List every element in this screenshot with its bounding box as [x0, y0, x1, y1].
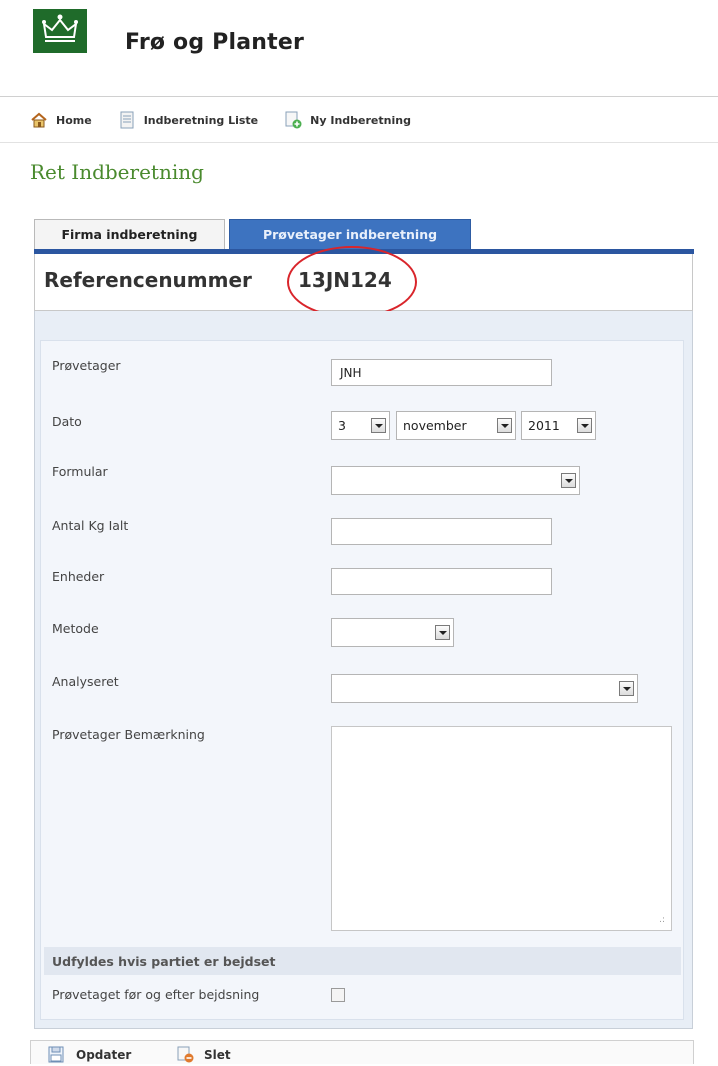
app-title: Frø og Planter: [125, 30, 305, 55]
chevron-down-icon: [497, 418, 512, 433]
nav-ny-indberetning[interactable]: Ny Indberetning: [284, 111, 411, 129]
bemaerkning-value: [332, 727, 671, 739]
nav-ny-indberetning-label: Ny Indberetning: [310, 113, 411, 127]
tab-firma-indberetning[interactable]: Firma indberetning: [34, 219, 225, 249]
bemaerkning-textarea[interactable]: .:: [331, 726, 672, 931]
delete-document-icon: [176, 1046, 194, 1063]
bejdsning-checkbox[interactable]: [331, 988, 345, 1002]
new-document-icon: [284, 111, 302, 129]
nav-home-label: Home: [56, 113, 92, 127]
nav-indberetning-liste-label: Indberetning Liste: [143, 113, 259, 127]
nav-home[interactable]: Home: [30, 111, 92, 129]
update-button[interactable]: Opdater: [48, 1046, 131, 1063]
metode-label: Metode: [52, 621, 99, 636]
chevron-down-icon: [371, 418, 386, 433]
metode-select[interactable]: [331, 618, 454, 647]
nav-indberetning-liste[interactable]: Indberetning Liste: [118, 111, 258, 129]
chevron-down-icon: [619, 681, 634, 696]
chevron-down-icon: [435, 625, 450, 640]
update-button-label: Opdater: [76, 1047, 132, 1062]
dato-year-select[interactable]: 2011: [521, 411, 596, 440]
highlight-circle: [287, 246, 417, 318]
bemaerkning-label: Prøvetager Bemærkning: [52, 727, 205, 742]
reference-label: Referencenummer: [44, 268, 252, 292]
section-header: Udfyldes hvis partiet er bejdset: [44, 947, 681, 975]
analyseret-label: Analyseret: [52, 674, 119, 689]
formular-label: Formular: [52, 464, 108, 479]
save-document-icon: [48, 1046, 66, 1063]
divider: [0, 142, 718, 143]
dato-month-select[interactable]: november: [396, 411, 516, 440]
list-document-icon: [118, 111, 136, 129]
page-title: Ret Indberetning: [30, 160, 204, 184]
main-nav: Home Indberetning Liste Ny Indberetning: [30, 109, 437, 131]
dato-year-value: 2011: [528, 418, 560, 433]
enheder-input[interactable]: [331, 568, 552, 595]
dato-month-value: november: [403, 418, 467, 433]
delete-button[interactable]: Slet: [176, 1046, 231, 1063]
home-icon: [30, 111, 48, 129]
resize-grip-icon[interactable]: .:: [659, 915, 665, 925]
chevron-down-icon: [577, 418, 592, 433]
antal-kg-label: Antal Kg Ialt: [52, 518, 129, 533]
divider: [0, 96, 718, 97]
analyseret-select[interactable]: [331, 674, 638, 703]
provetager-label: Prøvetager: [52, 358, 121, 373]
antal-kg-input[interactable]: [331, 518, 552, 545]
provetager-input[interactable]: JNH: [331, 359, 552, 386]
enheder-label: Enheder: [52, 569, 105, 584]
chevron-down-icon: [561, 473, 576, 488]
crown-logo: [33, 9, 87, 53]
tab-provetager-indberetning[interactable]: Prøvetager indberetning: [229, 219, 471, 249]
delete-button-label: Slet: [204, 1047, 231, 1062]
dato-label: Dato: [52, 414, 82, 429]
dato-day-value: 3: [338, 418, 346, 433]
bejdsning-label: Prøvetaget før og efter bejdsning: [52, 987, 260, 1002]
dato-day-select[interactable]: 3: [331, 411, 390, 440]
formular-select[interactable]: [331, 466, 580, 495]
